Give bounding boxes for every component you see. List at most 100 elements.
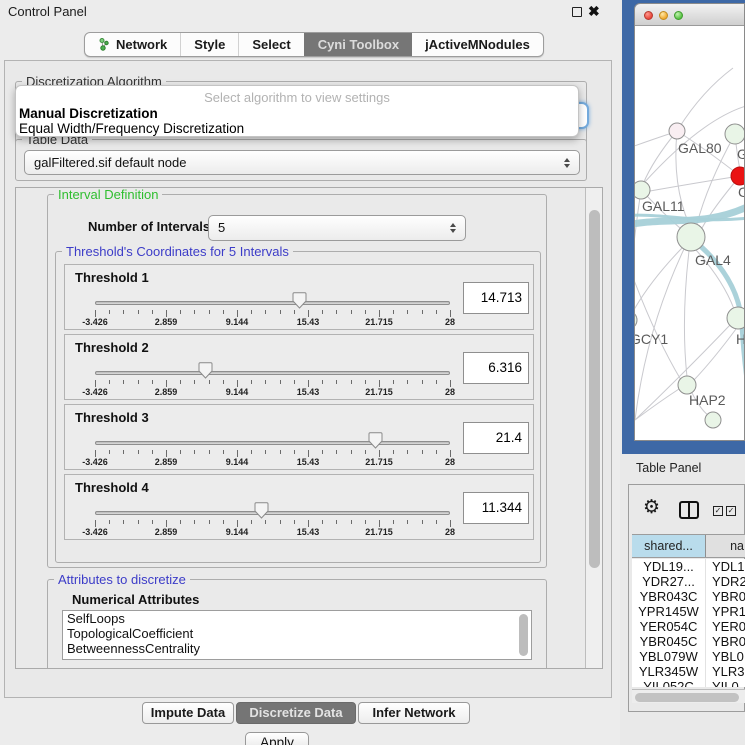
- table-row[interactable]: YDL19...YDL1: [632, 559, 745, 574]
- table-hscrollbar-thumb[interactable]: [635, 693, 739, 702]
- attribute-item[interactable]: SelfLoops: [63, 611, 531, 626]
- numerical-attributes-list[interactable]: SelfLoopsTopologicalCoefficientBetweenne…: [62, 610, 532, 660]
- tab-infer-network[interactable]: Infer Network: [358, 702, 470, 724]
- tick-mark: [365, 380, 366, 384]
- network-node-label: GCY1: [635, 331, 668, 347]
- threshold-label: Threshold 3: [75, 410, 149, 425]
- tick-label: 9.144: [212, 527, 262, 537]
- tab-jactivemnodules[interactable]: jActiveMNodules: [412, 33, 543, 56]
- apply-button[interactable]: Apply: [245, 732, 309, 745]
- algorithm-dropdown-popup: Select algorithm to view settings Manual…: [15, 85, 579, 137]
- threshold-value-field[interactable]: 14.713: [463, 282, 529, 314]
- settings-scrollbar[interactable]: [585, 188, 602, 668]
- mac-zoom-icon[interactable]: [674, 11, 683, 20]
- cell-name: YLR3: [706, 664, 745, 679]
- tick-mark: [109, 380, 110, 384]
- network-node: [677, 223, 705, 251]
- tick-mark: [379, 310, 380, 317]
- settings-scroll-panel: Interval Definition Number of Intervals …: [15, 187, 603, 669]
- column-header-shared-name[interactable]: shared...: [632, 535, 706, 557]
- slider-thumb[interactable]: [254, 502, 269, 519]
- tab-discretize-data[interactable]: Discretize Data: [236, 702, 356, 724]
- network-window[interactable]: GAL80GCGAL11GAL4GCY1HHAP2: [634, 3, 745, 441]
- cell-name: YDR2: [706, 574, 745, 589]
- threshold-value-field[interactable]: 11.344: [463, 492, 529, 524]
- table-row[interactable]: YBR045CYBR0: [632, 634, 745, 649]
- attribute-item[interactable]: TopologicalCoefficient: [63, 626, 531, 641]
- network-node-label: GAL4: [695, 252, 731, 268]
- attribute-item[interactable]: BetweennessCentrality: [63, 641, 531, 656]
- mac-close-icon[interactable]: [644, 11, 653, 20]
- table-row[interactable]: YBL079WYBL0: [632, 649, 745, 664]
- tick-mark: [322, 520, 323, 524]
- slider-track[interactable]: [95, 511, 450, 515]
- table-row[interactable]: YER054CYER0: [632, 619, 745, 634]
- tick-mark: [436, 450, 437, 454]
- threshold-panel: Threshold 2-3.4262.8599.14415.4321.71528…: [64, 334, 534, 400]
- column-header-name[interactable]: na: [706, 535, 745, 557]
- table-row[interactable]: YDR27...YDR2: [632, 574, 745, 589]
- slider-track[interactable]: [95, 441, 450, 445]
- cell-shared-name: YBL079W: [632, 649, 706, 664]
- table-row[interactable]: YLR345WYLR3: [632, 664, 745, 679]
- thresholds-group: Threshold's Coordinates for 5 Intervals …: [55, 251, 541, 563]
- tick-mark: [393, 520, 394, 524]
- attributes-scrollbar[interactable]: [519, 614, 528, 656]
- tab-style[interactable]: Style: [180, 33, 238, 56]
- network-node-label: HAP2: [689, 392, 726, 408]
- number-of-intervals-spinner[interactable]: 5: [208, 215, 466, 241]
- slider-thumb[interactable]: [292, 292, 307, 309]
- table-row[interactable]: YIL052CYIL0: [632, 679, 745, 687]
- slider-thumb[interactable]: [368, 432, 383, 449]
- settings-scrollbar-thumb[interactable]: [589, 210, 600, 568]
- tick-mark: [407, 310, 408, 314]
- tick-mark: [95, 450, 96, 457]
- tick-mark: [294, 520, 295, 524]
- algorithm-option[interactable]: Manual Discretization: [16, 106, 578, 121]
- tick-mark: [138, 380, 139, 384]
- checkbox-icon[interactable]: ✓: [726, 506, 736, 516]
- threshold-value-field[interactable]: 21.4: [463, 422, 529, 454]
- cell-shared-name: YDR27...: [632, 574, 706, 589]
- tick-mark: [223, 520, 224, 524]
- tick-mark: [95, 380, 96, 387]
- tab-label: Style: [194, 37, 225, 52]
- slider-track[interactable]: [95, 371, 450, 375]
- tick-mark: [138, 450, 139, 454]
- tick-mark: [251, 450, 252, 454]
- tab-impute-data[interactable]: Impute Data: [142, 702, 234, 724]
- cell-shared-name: YLR345W: [632, 664, 706, 679]
- threshold-value-field[interactable]: 6.316: [463, 352, 529, 384]
- tick-mark: [209, 450, 210, 454]
- network-edge: [635, 190, 641, 312]
- table-row[interactable]: YBR043CYBR0: [632, 589, 745, 604]
- close-icon[interactable]: ✖: [588, 3, 600, 20]
- checkbox-icon[interactable]: ✓: [713, 506, 723, 516]
- tick-mark: [322, 310, 323, 314]
- tick-mark: [109, 310, 110, 314]
- tab-select[interactable]: Select: [238, 33, 303, 56]
- tick-mark: [393, 310, 394, 314]
- tab-cyni-toolbox[interactable]: Cyni Toolbox: [304, 33, 412, 56]
- table-row[interactable]: YPR145WYPR1: [632, 604, 745, 619]
- tick-mark: [194, 380, 195, 384]
- gear-icon[interactable]: ⚙: [643, 496, 660, 518]
- cell-shared-name: YDL19...: [632, 559, 706, 574]
- table-horizontal-scrollbar[interactable]: [632, 689, 745, 703]
- tick-mark: [223, 310, 224, 314]
- network-canvas[interactable]: GAL80GCGAL11GAL4GCY1HHAP2: [635, 26, 745, 441]
- slider-thumb[interactable]: [198, 362, 213, 379]
- mac-minimize-icon[interactable]: [659, 11, 668, 20]
- cell-name: YIL0: [706, 679, 745, 687]
- tick-mark: [336, 520, 337, 524]
- split-columns-icon[interactable]: [679, 501, 699, 519]
- network-edge: [650, 176, 740, 191]
- slider-track[interactable]: [95, 301, 450, 305]
- table-data-combobox[interactable]: galFiltered.sif default node: [24, 150, 580, 175]
- tick-mark: [180, 310, 181, 314]
- float-window-icon[interactable]: [572, 7, 582, 17]
- algorithm-option[interactable]: Equal Width/Frequency Discretization: [16, 121, 578, 136]
- tab-network[interactable]: Network: [85, 33, 180, 56]
- tick-mark: [379, 520, 380, 527]
- control-panel-titlebar: Control Panel ✖: [0, 0, 620, 24]
